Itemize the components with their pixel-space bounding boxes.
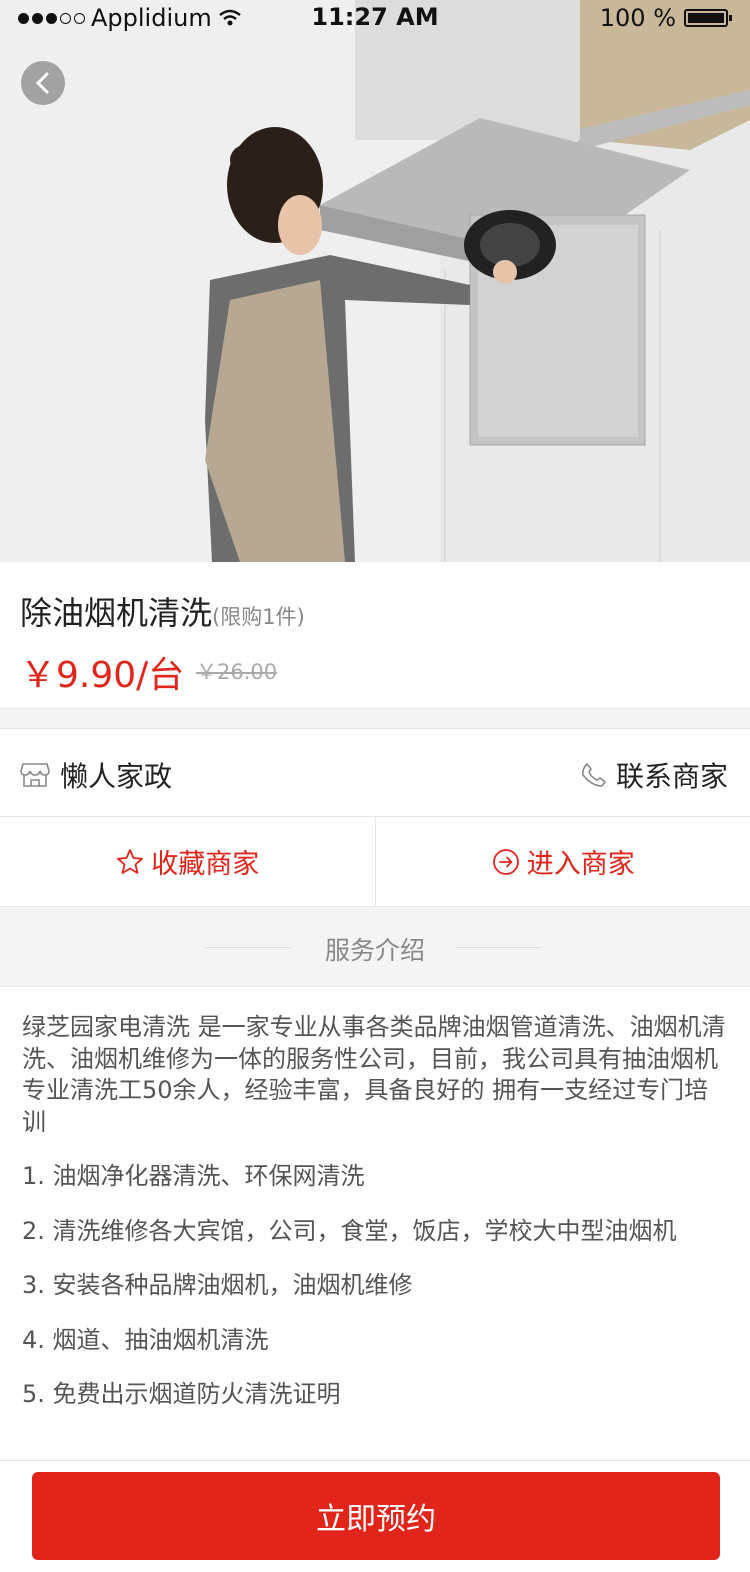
arrow-circle-right-icon: [492, 848, 519, 875]
contact-merchant-button[interactable]: 联系商家: [580, 755, 728, 795]
status-bar: Applidium 11:27 AM 100 %: [0, 0, 750, 34]
product-price: ￥9.90/台: [20, 655, 185, 696]
product-info: 除油烟机清洗(限购1件) ￥9.90/台 ￥26.00: [0, 562, 750, 708]
list-item: 4. 烟道、抽油烟机清洗: [22, 1325, 269, 1354]
chevron-left-icon: [35, 72, 49, 94]
store-icon: [20, 763, 50, 787]
section-title: 服务介绍: [324, 936, 425, 965]
section-divider: [0, 708, 750, 729]
star-icon: [117, 848, 144, 874]
battery-percent: 100 %: [599, 4, 676, 32]
original-price: ￥26.00: [196, 660, 278, 684]
service-intro-header: 服务介绍: [0, 907, 750, 987]
service-description: 绿芝园家电清洗 是一家专业从事各类品牌油烟管道清洗、油烟机清洗、油烟机维修为一体…: [22, 1013, 726, 1136]
favorite-label: 收藏商家: [151, 849, 260, 880]
list-item: 2. 清洗维修各大宾馆，公司，食堂，饭店，学校大中型油烟机: [22, 1216, 677, 1245]
enter-label: 进入商家: [526, 849, 635, 880]
contact-label: 联系商家: [615, 760, 728, 793]
enter-merchant-button[interactable]: 进入商家: [374, 817, 750, 906]
shop-name: 懒人家政: [60, 760, 173, 793]
shop-link[interactable]: 懒人家政: [20, 755, 172, 795]
product-title: 除油烟机清洗(限购1件): [20, 588, 305, 634]
product-name: 除油烟机清洗: [20, 594, 213, 632]
list-item: 3. 安装各种品牌油烟机，油烟机维修: [22, 1271, 413, 1299]
list-item: 5. 免费出示烟道防火清洗证明: [22, 1380, 341, 1408]
list-item: 1. 油烟净化器清洗、环保网清洗: [22, 1162, 365, 1190]
battery-icon: [684, 9, 732, 27]
product-hero-image: [0, 0, 750, 562]
book-now-button[interactable]: 立即预约: [32, 1472, 720, 1560]
range-hood-cleaning-photo: [0, 0, 750, 562]
merchant-actions: 收藏商家 进入商家: [0, 817, 750, 907]
service-list: 1. 油烟净化器清洗、环保网清洗 2. 清洗维修各大宾馆，公司，食堂，饭店，学校…: [22, 1160, 742, 1433]
favorite-merchant-button[interactable]: 收藏商家: [0, 817, 375, 906]
back-button[interactable]: [21, 61, 65, 105]
purchase-limit: (限购1件): [212, 605, 305, 629]
battery-group: 100 %: [599, 4, 732, 32]
bottom-bar: 立即预约: [0, 1460, 750, 1572]
phone-icon: [582, 763, 606, 787]
shop-row: 懒人家政 联系商家: [0, 729, 750, 817]
